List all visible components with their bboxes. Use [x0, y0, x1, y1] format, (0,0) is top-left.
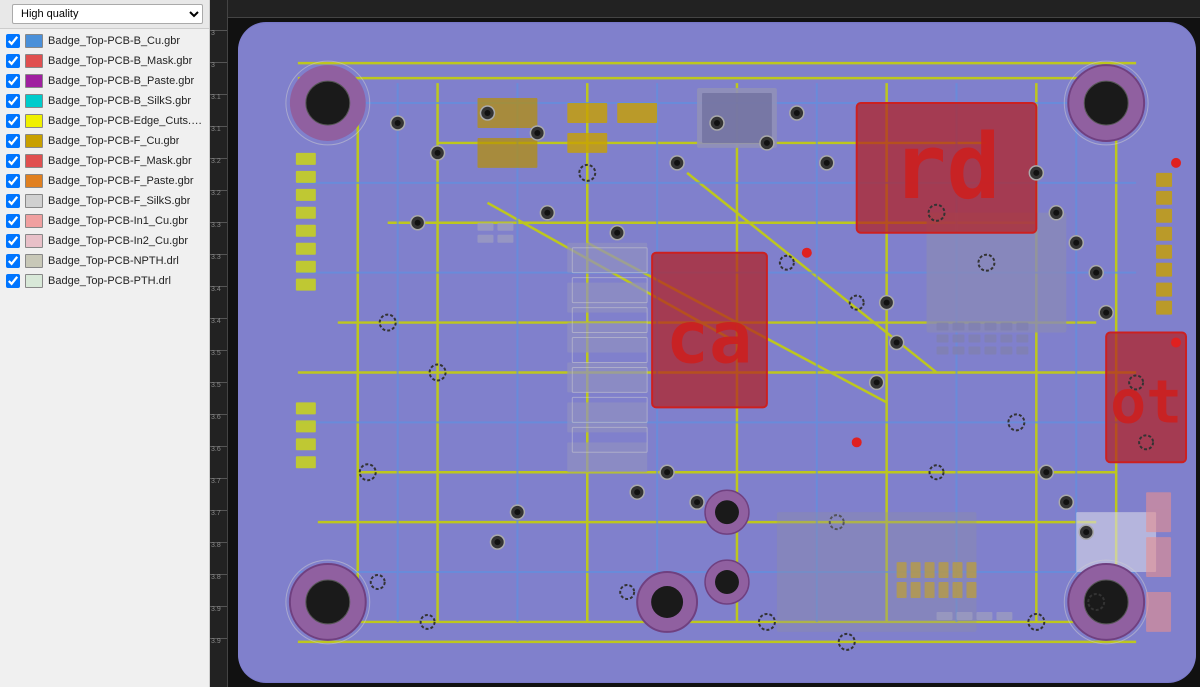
- layer-name-f_mask: Badge_Top-PCB-F_Mask.gbr: [48, 155, 192, 167]
- layer-color-f_cu: [25, 134, 43, 148]
- layer-item-edge_cuts[interactable]: Badge_Top-PCB-Edge_Cuts.gb: [0, 111, 209, 131]
- layer-color-b_paste: [25, 74, 43, 88]
- layer-color-b_mask: [25, 54, 43, 68]
- layer-item-in1_cu[interactable]: Badge_Top-PCB-In1_Cu.gbr: [0, 211, 209, 231]
- layer-name-f_paste: Badge_Top-PCB-F_Paste.gbr: [48, 175, 194, 187]
- layer-item-in2_cu[interactable]: Badge_Top-PCB-In2_Cu.gbr: [0, 231, 209, 251]
- layer-name-pth: Badge_Top-PCB-PTH.drl: [48, 275, 171, 287]
- layer-color-f_paste: [25, 174, 43, 188]
- svg-text:ot: ot: [1110, 367, 1182, 437]
- layer-item-b_silks[interactable]: Badge_Top-PCB-B_SilkS.gbr: [0, 91, 209, 111]
- layer-checkbox-in1_cu[interactable]: [6, 214, 20, 228]
- layer-color-npth: [25, 254, 43, 268]
- layer-color-pth: [25, 274, 43, 288]
- svg-text:ca: ca: [666, 295, 753, 379]
- layer-item-f_cu[interactable]: Badge_Top-PCB-F_Cu.gbr: [0, 131, 209, 151]
- layer-name-edge_cuts: Badge_Top-PCB-Edge_Cuts.gb: [48, 115, 203, 127]
- layer-name-b_cu: Badge_Top-PCB-B_Cu.gbr: [48, 35, 180, 47]
- layer-color-f_mask: [25, 154, 43, 168]
- layer-checkbox-f_cu[interactable]: [6, 134, 20, 148]
- layer-name-in1_cu: Badge_Top-PCB-In1_Cu.gbr: [48, 215, 188, 227]
- layer-checkbox-f_silks[interactable]: [6, 194, 20, 208]
- layer-checkbox-f_paste[interactable]: [6, 174, 20, 188]
- layer-name-b_silks: Badge_Top-PCB-B_SilkS.gbr: [48, 95, 191, 107]
- layer-name-npth: Badge_Top-PCB-NPTH.drl: [48, 255, 179, 267]
- layer-name-f_cu: Badge_Top-PCB-F_Cu.gbr: [48, 135, 179, 147]
- layer-item-b_cu[interactable]: Badge_Top-PCB-B_Cu.gbr: [0, 31, 209, 51]
- layer-name-b_paste: Badge_Top-PCB-B_Paste.gbr: [48, 75, 194, 87]
- rendering-row: High qualityNormalFast: [0, 0, 209, 29]
- layer-checkbox-b_paste[interactable]: [6, 74, 20, 88]
- svg-text:rd: rd: [892, 116, 1000, 220]
- layer-checkbox-f_mask[interactable]: [6, 154, 20, 168]
- pcb-canvas[interactable]: 333.13.13.23.23.33.33.43.43.53.53.63.63.…: [210, 0, 1200, 687]
- layer-checkbox-in2_cu[interactable]: [6, 234, 20, 248]
- layer-item-b_paste[interactable]: Badge_Top-PCB-B_Paste.gbr: [0, 71, 209, 91]
- layer-checkbox-pth[interactable]: [6, 274, 20, 288]
- layer-color-f_silks: [25, 194, 43, 208]
- layer-item-f_mask[interactable]: Badge_Top-PCB-F_Mask.gbr: [0, 151, 209, 171]
- layer-color-in1_cu: [25, 214, 43, 228]
- layer-checkbox-b_cu[interactable]: [6, 34, 20, 48]
- ruler-left: 333.13.13.23.23.33.33.43.43.53.53.63.63.…: [210, 0, 228, 687]
- layer-color-edge_cuts: [25, 114, 43, 128]
- layer-checkbox-npth[interactable]: [6, 254, 20, 268]
- layer-name-f_silks: Badge_Top-PCB-F_SilkS.gbr: [48, 195, 190, 207]
- layer-name-b_mask: Badge_Top-PCB-B_Mask.gbr: [48, 55, 192, 67]
- layer-item-pth[interactable]: Badge_Top-PCB-PTH.drl: [0, 271, 209, 291]
- layer-item-f_paste[interactable]: Badge_Top-PCB-F_Paste.gbr: [0, 171, 209, 191]
- left-panel: High qualityNormalFast Badge_Top-PCB-B_C…: [0, 0, 210, 687]
- layer-item-npth[interactable]: Badge_Top-PCB-NPTH.drl: [0, 251, 209, 271]
- ruler-top: [228, 0, 1200, 18]
- rendering-select[interactable]: High qualityNormalFast: [12, 4, 203, 24]
- layer-color-b_silks: [25, 94, 43, 108]
- layer-checkbox-b_mask[interactable]: [6, 54, 20, 68]
- layer-color-in2_cu: [25, 234, 43, 248]
- pcb-board: rd ca ot: [238, 22, 1196, 683]
- layer-item-f_silks[interactable]: Badge_Top-PCB-F_SilkS.gbr: [0, 191, 209, 211]
- layer-list: Badge_Top-PCB-B_Cu.gbr Badge_Top-PCB-B_Ma…: [0, 29, 209, 687]
- layer-checkbox-b_silks[interactable]: [6, 94, 20, 108]
- layer-item-b_mask[interactable]: Badge_Top-PCB-B_Mask.gbr: [0, 51, 209, 71]
- layer-color-b_cu: [25, 34, 43, 48]
- layer-checkbox-edge_cuts[interactable]: [6, 114, 20, 128]
- pcb-svg: rd ca ot: [238, 22, 1196, 683]
- layer-name-in2_cu: Badge_Top-PCB-In2_Cu.gbr: [48, 235, 188, 247]
